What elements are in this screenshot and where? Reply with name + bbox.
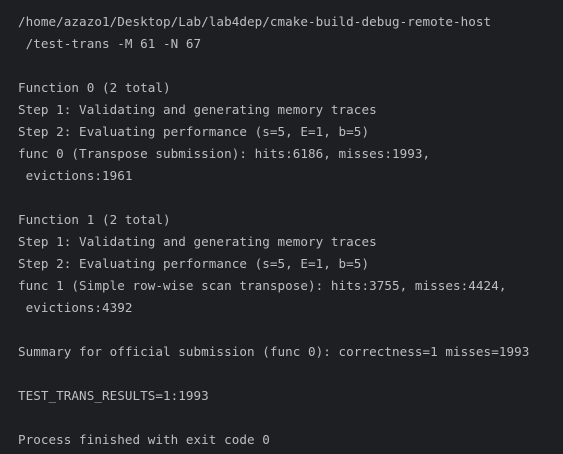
console-line-command-path: /home/azazo1/Desktop/Lab/lab4dep/cmake-b… <box>18 14 492 29</box>
console-line-function-1-step-1: Step 1: Validating and generating memory… <box>18 234 377 249</box>
run-console[interactable]: /home/azazo1/Desktop/Lab/lab4dep/cmake-b… <box>0 0 563 454</box>
console-line-function-1-result: func 1 (Simple row-wise scan transpose):… <box>18 278 507 293</box>
console-line-function-1-header: Function 1 (2 total) <box>18 212 171 227</box>
console-line-blank <box>18 55 529 77</box>
console-line-function-1-evictions: evictions:4392 <box>18 300 133 315</box>
console-line-function-0-step-1: Step 1: Validating and generating memory… <box>18 102 377 117</box>
console-line-function-0-header: Function 0 (2 total) <box>18 80 171 95</box>
console-line-function-0-result: func 0 (Transpose submission): hits:6186… <box>18 146 431 161</box>
console-line-function-0-step-2: Step 2: Evaluating performance (s=5, E=1… <box>18 124 370 139</box>
console-line-blank <box>18 363 529 385</box>
console-line-summary: Summary for official submission (func 0)… <box>18 344 530 359</box>
console-line-blank <box>18 319 529 341</box>
console-output: /home/azazo1/Desktop/Lab/lab4dep/cmake-b… <box>18 11 529 451</box>
console-line-blank <box>18 407 529 429</box>
console-line-exit-status: Process finished with exit code 0 <box>18 432 270 447</box>
console-line-command-args: /test-trans -M 61 -N 67 <box>18 36 202 51</box>
console-line-test-results: TEST_TRANS_RESULTS=1:1993 <box>18 388 209 403</box>
console-line-blank <box>18 187 529 209</box>
console-line-function-1-step-2: Step 2: Evaluating performance (s=5, E=1… <box>18 256 370 271</box>
console-line-function-0-evictions: evictions:1961 <box>18 168 133 183</box>
